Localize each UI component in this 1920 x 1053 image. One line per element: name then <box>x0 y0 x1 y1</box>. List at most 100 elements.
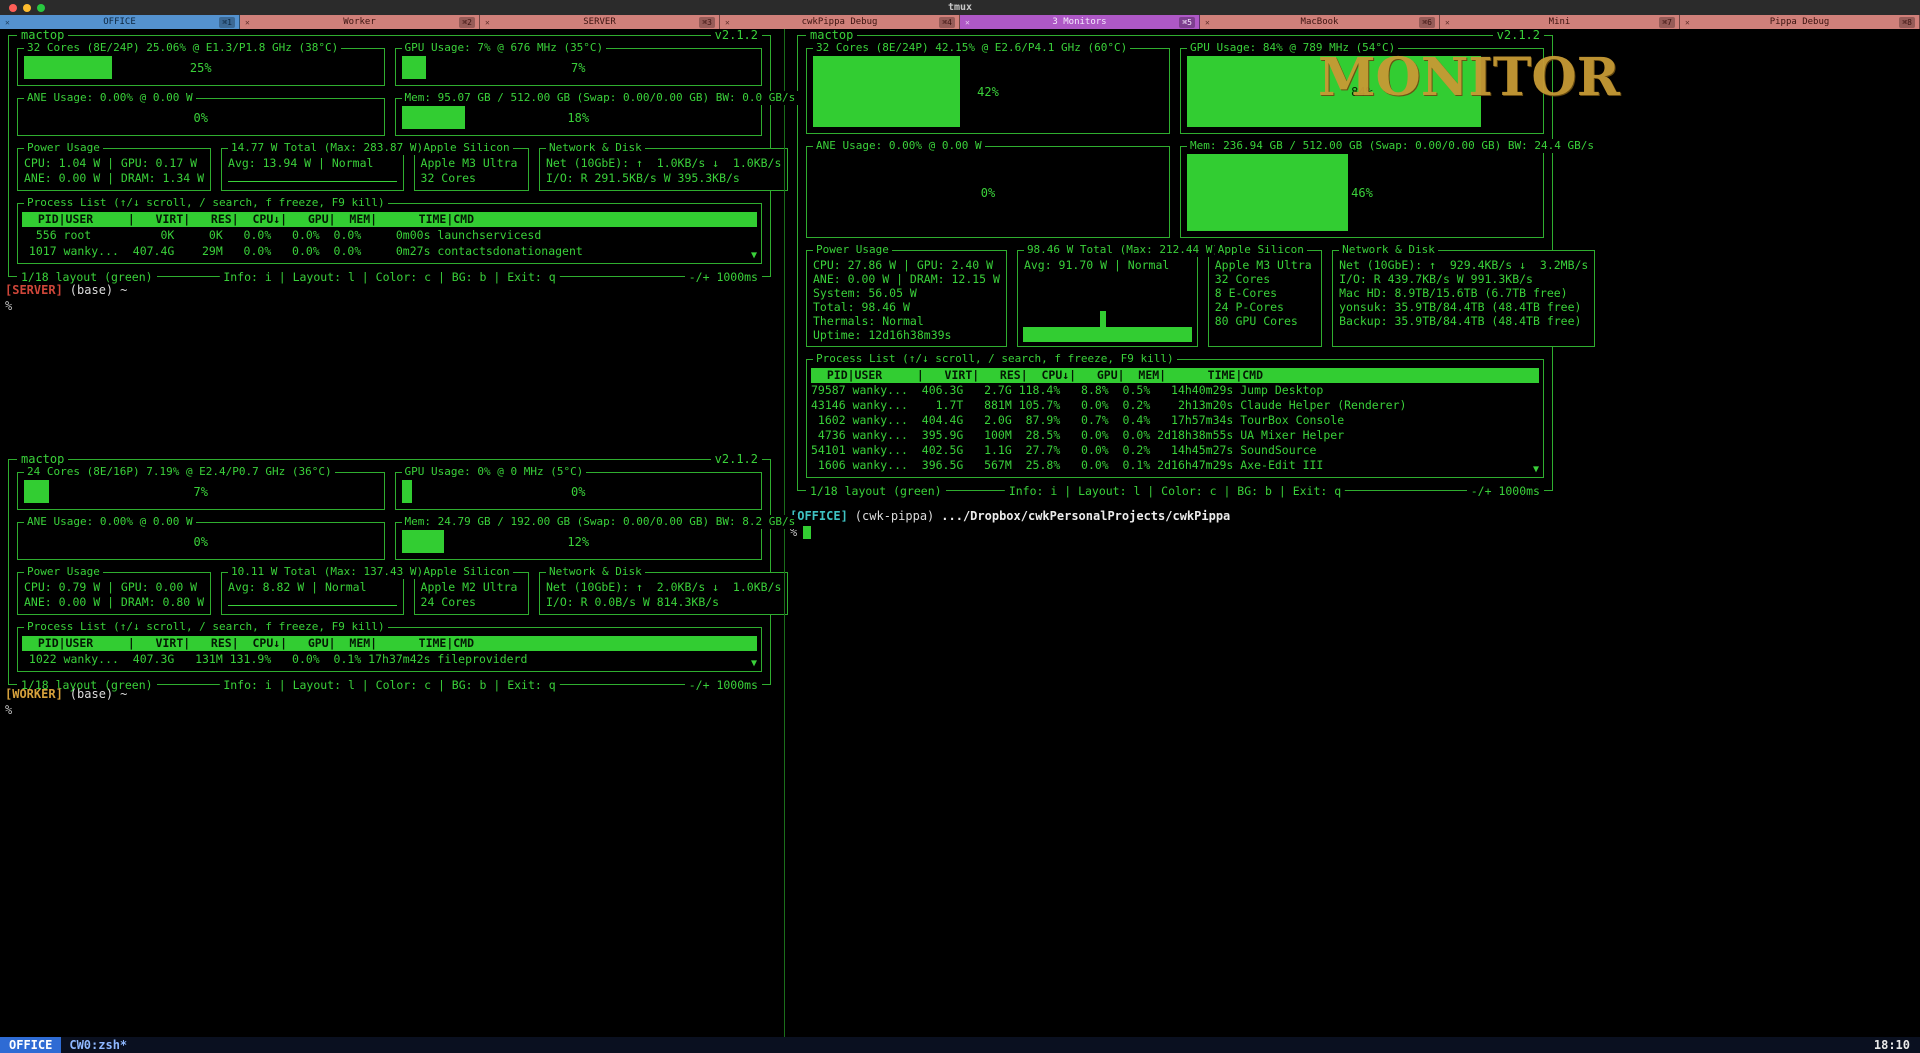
ane-usage-bar: 0% <box>24 106 378 129</box>
power-usage-lines: CPU: 0.79 W | GPU: 0.00 WANE: 0.00 W | D… <box>24 580 204 610</box>
panel-footer-keys: Info: i | Layout: l | Color: c | BG: b |… <box>219 678 559 692</box>
tab-close-icon[interactable]: ✕ <box>1445 18 1450 27</box>
tab-close-icon[interactable]: ✕ <box>5 18 10 27</box>
status-session-name[interactable]: OFFICE <box>0 1037 61 1053</box>
tmux-pane-right[interactable]: MONITOR mactop v2.1.2 32 Cores (8E/24P) … <box>786 29 1920 1037</box>
tab-close-icon[interactable]: ✕ <box>965 18 970 27</box>
gpu-percent-value: 0% <box>402 480 756 503</box>
panel-version: v2.1.2 <box>711 28 762 42</box>
tab-server[interactable]: ✕ SERVER ⌘3 <box>480 15 720 29</box>
tab-close-icon[interactable]: ✕ <box>1205 18 1210 27</box>
power-usage-box: Power Usage CPU: 27.86 W | GPU: 2.40 WAN… <box>806 250 1007 347</box>
power-stat-line: System: 56.05 W <box>813 286 1000 300</box>
cpu-usage-label: 24 Cores (8E/16P) 7.19% @ E2.4/P0.7 GHz … <box>24 465 335 479</box>
silicon-stat-line: 32 Cores <box>421 171 522 186</box>
tab-3-monitors-active[interactable]: ✕ 3 Monitors ⌘5 <box>960 15 1200 29</box>
tab-close-icon[interactable]: ✕ <box>485 18 490 27</box>
tab-office[interactable]: ✕ OFFICE ⌘1 <box>0 15 240 29</box>
network-disk-title: Network & Disk <box>546 565 645 579</box>
power-history-box: 10.11 W Total (Max: 137.43 W) Avg: 8.82 … <box>221 572 404 615</box>
power-total-title: 98.46 W Total (Max: 212.44 W) <box>1024 243 1222 257</box>
apple-silicon-box: Apple Silicon Apple M3 Ultra32 Cores8 E-… <box>1208 250 1322 347</box>
power-usage-title: Power Usage <box>24 141 103 155</box>
power-usage-lines: CPU: 27.86 W | GPU: 2.40 WANE: 0.00 W | … <box>813 258 1000 342</box>
network-stat-line: Backup: 35.9TB/84.4TB (48.4TB free) <box>1339 314 1588 328</box>
tab-worker[interactable]: ✕ Worker ⌘2 <box>240 15 480 29</box>
tab-shortcut-badge: ⌘1 <box>219 17 235 28</box>
apple-silicon-lines: Apple M2 Ultra24 Cores <box>421 580 522 610</box>
process-list-box: Process List (↑/↓ scroll, / search, f fr… <box>806 359 1544 478</box>
prompt-env: (base) <box>70 687 113 701</box>
tmux-pane-left[interactable]: mactop v2.1.2 32 Cores (8E/24P) 25.06% @… <box>0 29 783 1037</box>
close-window-button[interactable] <box>9 4 17 12</box>
tab-cwkpippa-debug[interactable]: ✕ cwkPippa Debug ⌘4 <box>720 15 960 29</box>
panel-footer-keys: Info: i | Layout: l | Color: c | BG: b |… <box>1005 484 1345 498</box>
window-title: tmux <box>948 2 972 13</box>
network-disk-lines: Net (10GbE): ↑ 929.4KB/s ↓ 3.2MB/sI/O: R… <box>1339 258 1588 328</box>
prompt-path: ~ <box>120 687 127 701</box>
power-stat-line: ANE: 0.00 W | DRAM: 1.34 W <box>24 171 204 186</box>
ane-usage-label: ANE Usage: 0.00% @ 0.00 W <box>813 139 985 153</box>
process-list-header: PID|USER | VIRT| RES| CPU↓| GPU| MEM| TI… <box>811 368 1539 383</box>
terminal-cursor[interactable] <box>803 526 811 539</box>
cpu-usage-box: 32 Cores (8E/24P) 25.06% @ E1.3/P1.8 GHz… <box>17 48 385 86</box>
network-stat-line: Net (10GbE): ↑ 929.4KB/s ↓ 3.2MB/s <box>1339 258 1588 272</box>
silicon-stat-line: 8 E-Cores <box>1215 286 1315 300</box>
shell-prompt-worker[interactable]: [WORKER] (base) ~ % <box>5 687 127 718</box>
apple-silicon-box: Apple Silicon Apple M3 Ultra32 Cores <box>414 148 529 191</box>
prompt-hostname: [WORKER] <box>5 687 63 701</box>
prompt-line: [WORKER] (base) ~ <box>5 687 127 702</box>
scroll-more-indicator: ▼ <box>1533 464 1539 475</box>
power-total-title: 14.77 W Total (Max: 283.87 W) <box>228 141 426 155</box>
tmux-status-bar: OFFICE CW0:zsh* 18:10 <box>0 1037 1920 1053</box>
memory-percent-value: 46% <box>1187 154 1537 231</box>
ane-usage-box: ANE Usage: 0.00% @ 0.00 W 0% <box>17 522 385 560</box>
power-average-line: Avg: 13.94 W | Normal <box>228 156 397 171</box>
tab-shortcut-badge: ⌘3 <box>699 17 715 28</box>
ane-usage-label: ANE Usage: 0.00% @ 0.00 W <box>24 515 196 529</box>
pane-divider[interactable] <box>784 29 785 1037</box>
stats-row: Power Usage CPU: 1.04 W | GPU: 0.17 WANE… <box>17 148 762 191</box>
shell-prompt-office[interactable]: [OFFICE](cwk-pippa).../Dropbox/cwkPerson… <box>790 509 1230 540</box>
gpu-usage-label: GPU Usage: 84% @ 789 MHz (54°C) <box>1187 41 1398 55</box>
network-stat-line: Mac HD: 8.9TB/15.6TB (6.7TB free) <box>1339 286 1588 300</box>
window-titlebar: tmux <box>0 0 1920 15</box>
ane-usage-box: ANE Usage: 0.00% @ 0.00 W 0% <box>17 98 385 136</box>
panel-footer-interval: -/+ 1000ms <box>1467 484 1544 498</box>
gpu-usage-label: GPU Usage: 7% @ 676 MHz (35°C) <box>402 41 607 55</box>
tab-label: Mini <box>1549 17 1571 27</box>
memory-percent-value: 12% <box>402 530 756 553</box>
prompt-env: (cwk-pippa) <box>855 509 934 523</box>
network-stat-line: I/O: R 0.0B/s W 814.3KB/s <box>546 595 781 610</box>
silicon-stat-line: Apple M2 Ultra <box>421 580 522 595</box>
prompt-symbol: % <box>5 703 127 718</box>
cpu-usage-bar: 25% <box>24 56 378 79</box>
traffic-lights <box>9 0 45 15</box>
silicon-stat-line: 32 Cores <box>1215 272 1315 286</box>
silicon-stat-line: 80 GPU Cores <box>1215 314 1315 328</box>
tab-shortcut-badge: ⌘8 <box>1899 17 1915 28</box>
tab-pippa-debug[interactable]: ✕ Pippa Debug ⌘8 <box>1680 15 1920 29</box>
shell-prompt-server[interactable]: [SERVER](base)~ % <box>5 283 127 314</box>
network-disk-box: Network & Disk Net (10GbE): ↑ 1.0KB/s ↓ … <box>539 148 788 191</box>
gpu-usage-box: GPU Usage: 7% @ 676 MHz (35°C) 7% <box>395 48 763 86</box>
memory-usage-bar: 18% <box>402 106 756 129</box>
process-row: 556 root 0K 0K 0.0% 0.0% 0.0% 0m00s laun… <box>22 227 757 243</box>
power-usage-box: Power Usage CPU: 1.04 W | GPU: 0.17 WANE… <box>17 148 211 191</box>
tab-close-icon[interactable]: ✕ <box>725 18 730 27</box>
status-window-name[interactable]: CW0:zsh* <box>69 1038 127 1052</box>
tab-shortcut-badge: ⌘7 <box>1659 17 1675 28</box>
zoom-window-button[interactable] <box>37 4 45 12</box>
tab-macbook[interactable]: ✕ MacBook ⌘6 <box>1200 15 1440 29</box>
gpu-usage-label: GPU Usage: 0% @ 0 MHz (5°C) <box>402 465 587 479</box>
memory-usage-bar: 12% <box>402 530 756 553</box>
tab-close-icon[interactable]: ✕ <box>245 18 250 27</box>
prompt-line: [SERVER](base)~ <box>5 283 127 298</box>
minimize-window-button[interactable] <box>23 4 31 12</box>
prompt-path: ~ <box>120 283 127 297</box>
tab-close-icon[interactable]: ✕ <box>1685 18 1690 27</box>
tab-label: OFFICE <box>103 17 136 27</box>
memory-usage-bar: 46% <box>1187 154 1537 231</box>
process-list-box: Process List (↑/↓ scroll, / search, f fr… <box>17 203 762 264</box>
tab-mini[interactable]: ✕ Mini ⌘7 <box>1440 15 1680 29</box>
